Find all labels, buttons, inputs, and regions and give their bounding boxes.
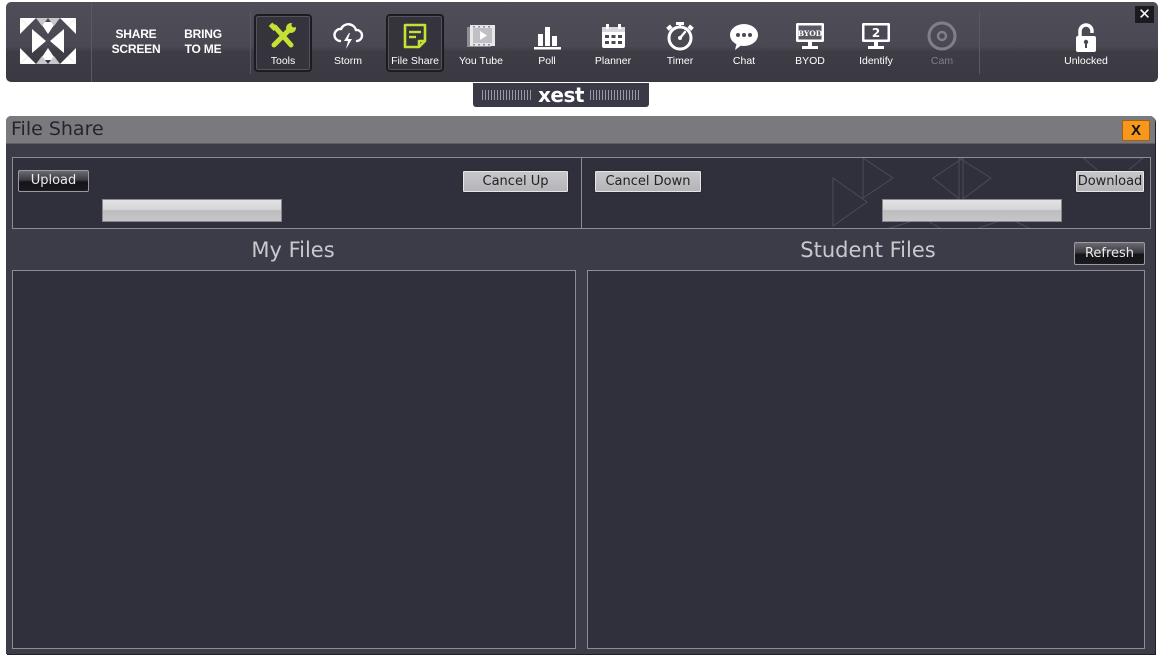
timer-label: Timer: [666, 55, 694, 67]
calendar-icon: [602, 24, 625, 48]
identify-monitor-icon: 2: [862, 23, 890, 49]
toolbar-file-share-button[interactable]: File Share: [386, 14, 444, 72]
stopwatch-icon: [666, 22, 694, 51]
poll-label: Poll: [538, 55, 556, 67]
file-share-label: File Share: [391, 55, 439, 67]
window-close-button[interactable]: X: [1122, 120, 1150, 141]
tools-icon: [268, 22, 297, 48]
refresh-button[interactable]: Refresh: [1074, 242, 1145, 265]
storm-cloud-icon: [333, 23, 364, 49]
camera-icon: [927, 21, 957, 51]
toolbar-tools-button[interactable]: Tools: [254, 14, 312, 72]
upload-button[interactable]: Upload: [18, 170, 89, 192]
byod-label: BYOD: [795, 55, 825, 67]
main-toolbar: SHARE SCREEN BRING TO ME Tools Storm Fil…: [6, 2, 1158, 82]
toolbar-youtube-button[interactable]: You Tube: [452, 14, 510, 72]
chat-label: Chat: [732, 55, 756, 67]
window-title: File Share: [11, 118, 104, 140]
bring-to-me-label-line1: BRING: [184, 27, 222, 41]
my-files-heading: My Files: [251, 238, 335, 262]
toolbar-divider: [979, 12, 980, 74]
toolbar-identify-button[interactable]: 2 Identify: [847, 14, 905, 72]
brand-bars-left: [482, 90, 533, 100]
toolbar-divider: [91, 2, 92, 82]
my-files-list[interactable]: [12, 270, 576, 649]
youtube-video-icon: [467, 25, 495, 47]
student-files-heading: Student Files: [800, 238, 936, 262]
student-files-list[interactable]: [587, 270, 1145, 649]
xest-brand-badge: xest: [473, 83, 649, 107]
chat-bubble-icon: [730, 24, 758, 50]
toolbar-timer-button[interactable]: Timer: [651, 14, 709, 72]
brand-bars-right: [589, 90, 640, 100]
planner-label: Planner: [594, 55, 632, 67]
storm-label: Storm: [333, 55, 362, 67]
transfer-panel: Upload Cancel Up Cancel Down Download: [12, 157, 1151, 229]
share-screen-label-line1: SHARE: [115, 27, 157, 41]
poll-bar-chart-icon: [534, 27, 561, 50]
bring-to-me-label-line2: TO ME: [184, 42, 222, 56]
tools-label: Tools: [270, 55, 296, 67]
transfer-divider: [581, 158, 582, 228]
download-button[interactable]: Download: [1075, 170, 1145, 193]
youtube-label: You Tube: [459, 55, 503, 67]
xest-logo-icon: [20, 18, 76, 64]
share-screen-button[interactable]: SHARE SCREEN: [106, 27, 166, 57]
toolbar-close-button[interactable]: ✕: [1135, 6, 1154, 23]
toolbar-lock-button[interactable]: Unlocked: [1056, 14, 1116, 72]
toolbar-cam-button[interactable]: Cam: [913, 14, 971, 72]
toolbar-planner-button[interactable]: Planner: [584, 14, 642, 72]
byod-monitor-icon: BYOD: [796, 23, 824, 49]
toolbar-byod-button[interactable]: BYOD BYOD: [781, 14, 839, 72]
file-share-note-icon: [403, 23, 427, 49]
cam-label: Cam: [930, 55, 954, 67]
unlocked-padlock-icon: [1076, 23, 1096, 52]
toolbar-poll-button[interactable]: Poll: [518, 14, 576, 72]
toolbar-storm-button[interactable]: Storm: [319, 14, 377, 72]
toolbar-chat-button[interactable]: Chat: [715, 14, 773, 72]
identify-screen-number: 2: [872, 26, 880, 40]
upload-progress-bar: [102, 199, 282, 222]
window-titlebar[interactable]: File Share X: [6, 116, 1155, 144]
brand-wordmark: xest: [538, 83, 584, 107]
lock-status-label: Unlocked: [1064, 55, 1108, 67]
bring-to-me-button[interactable]: BRING TO ME: [173, 27, 233, 57]
file-share-window: File Share X Upload Cancel Up Cancel Dow…: [6, 116, 1155, 654]
cancel-download-button[interactable]: Cancel Down: [594, 170, 702, 193]
share-screen-label-line2: SCREEN: [111, 42, 161, 56]
identify-label: Identify: [859, 55, 893, 67]
byod-screen-text: BYOD: [798, 29, 823, 38]
cancel-upload-button[interactable]: Cancel Up: [462, 170, 569, 193]
download-progress-bar: [882, 199, 1062, 222]
